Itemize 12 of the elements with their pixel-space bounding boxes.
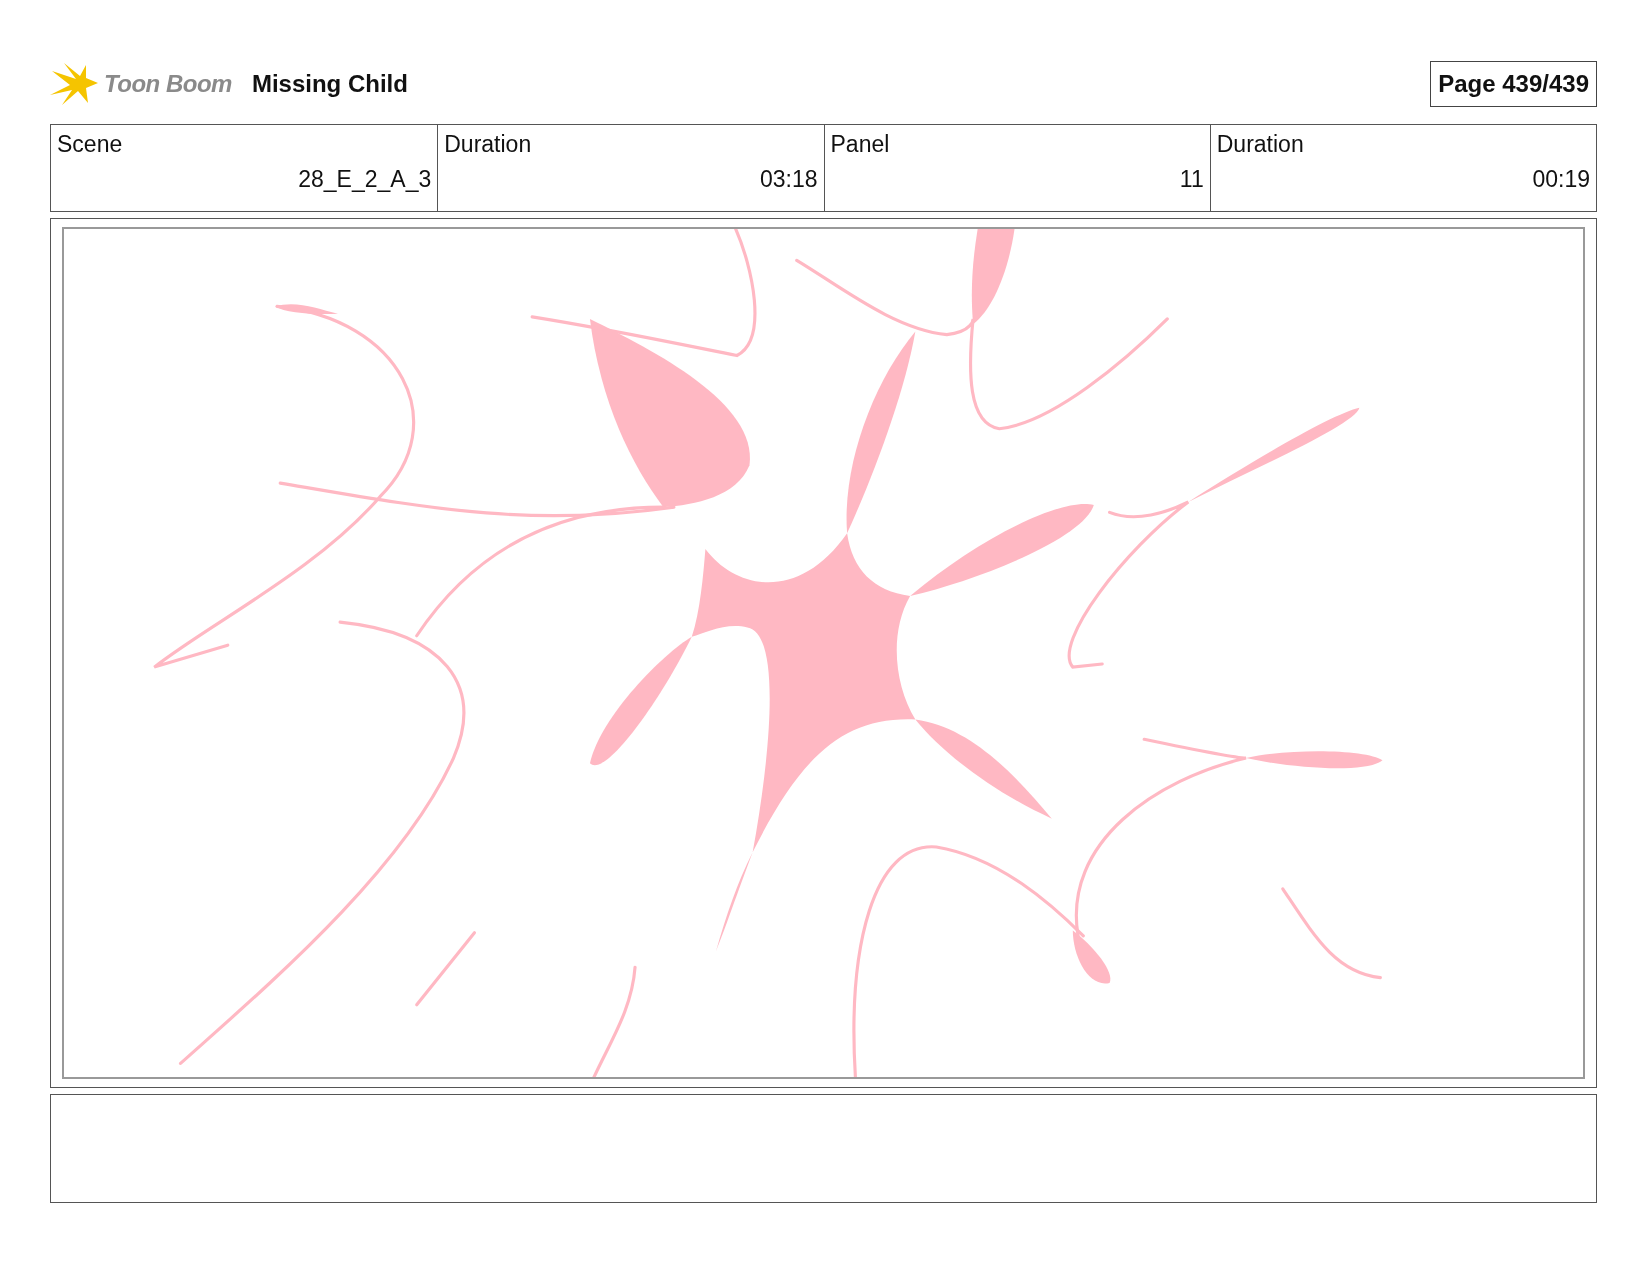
- table-cell-text: 00:19: [1531, 166, 1590, 193]
- table-cell-text: 11: [1178, 166, 1204, 193]
- column-header: Duration: [1216, 131, 1304, 158]
- column-header: Duration: [444, 131, 532, 158]
- storyboard-title: Missing Child: [251, 70, 408, 98]
- table-cell-text: 03:18: [758, 166, 818, 193]
- column-header: Scene: [57, 131, 123, 158]
- table-cell-text: 28_E_2_A_3: [297, 166, 432, 193]
- column-header: Panel: [830, 131, 890, 158]
- starburst-icon: [50, 61, 100, 107]
- page-number: Page 439/439: [1430, 61, 1597, 107]
- logo-text: Toon Boom: [104, 70, 232, 98]
